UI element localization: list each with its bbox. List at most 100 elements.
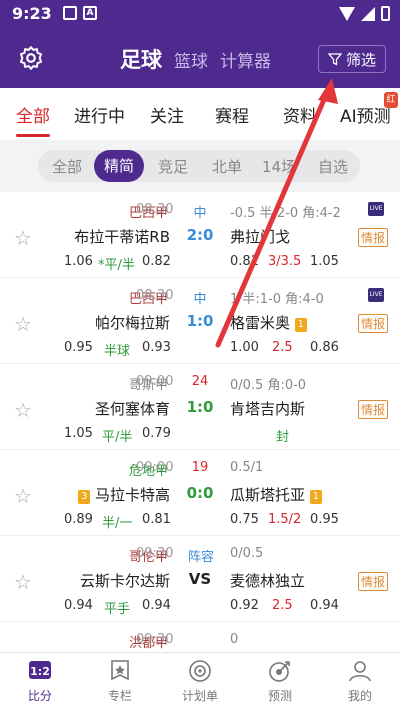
market-closed: 封 [276,430,290,445]
tab-football[interactable]: 足球 [120,44,162,74]
tab-all[interactable]: 全部 [16,102,50,127]
ou-under: 0.95 [310,512,339,527]
ou-under: 0.86 [310,340,339,355]
filter-chips: 全部 精简 竞足 北单 14场 自选 [0,140,400,192]
match-row[interactable]: 洪都甲 09:30 0 [0,622,400,652]
away-team: 瓜斯塔托亚 [230,486,306,504]
target-icon [189,660,211,682]
match-list: ☆ 巴西甲 08:30 中 -0.5 半:2-0 角:4-2 LIVE 布拉干蒂… [0,192,400,652]
handicap-info: 0/0.5 角:0-0 [230,378,307,393]
away-team-wrap: 格雷米奥 1 [230,312,307,333]
odds-away: 0.82 [142,254,171,269]
filter-button[interactable]: 筛选 [318,45,386,73]
prediction-icon [269,661,290,682]
info-badge[interactable]: 情报 [357,400,388,419]
match-time: 08:30 [136,202,174,217]
chip-simplified[interactable]: 精简 [94,150,145,182]
favorite-star-icon[interactable]: ☆ [14,312,32,336]
live-icon: LIVE [368,288,384,302]
ou-over: 1.00 [230,340,259,355]
handicap-info: 0.5/1 [230,460,264,475]
match-status: 中 [193,206,207,221]
info-badge[interactable]: 情报 [357,314,388,333]
nav-scores[interactable]: 1:2 比分 [0,659,80,704]
odds-handicap: 平手 [104,602,131,617]
tab-basketball[interactable]: 篮球 [174,47,208,72]
match-minute: 19 [191,460,209,475]
away-team: 肯塔吉内斯 [230,400,306,418]
nav-plan[interactable]: 计划单 [160,659,240,704]
ou-over: 0.75 [230,512,259,527]
favorite-star-icon[interactable]: ☆ [14,484,32,508]
nav-predict-label: 预测 [267,689,292,703]
status-bar: 9:23 A [0,0,400,28]
match-time: 09:00 [136,374,174,389]
tab-calculator[interactable]: 计算器 [220,47,271,72]
tab-schedule[interactable]: 赛程 [215,102,249,127]
home-team: 圣何塞体育 [94,400,170,418]
nav-predict[interactable]: 预测 [240,659,320,704]
user-icon [349,661,371,682]
chip-bar [38,150,360,182]
chip-beidan[interactable]: 北单 [212,156,242,177]
nav-profile[interactable]: 我的 [320,659,400,704]
tab-live[interactable]: 进行中 [74,102,125,127]
favorite-star-icon[interactable]: ☆ [14,226,32,250]
battery-icon [381,6,390,21]
ou-over: 0.92 [230,598,259,613]
match-row[interactable]: ☆ 哥伦甲 09:30 阵容 0/0.5 云斯卡尔达斯 VS 麦德林独立 情报 … [0,536,400,622]
funnel-icon [327,53,342,66]
settings-gear-icon[interactable] [18,45,44,71]
ou-under: 0.94 [310,598,339,613]
match-time: 09:30 [136,632,174,647]
red-badge: 红 [384,92,398,108]
cellular-signal-icon [361,6,375,21]
tab-follow[interactable]: 关注 [150,102,184,127]
ou-line: 2.5 [272,598,293,613]
odds-home: 0.94 [64,598,93,613]
live-icon: LIVE [368,202,384,216]
rank-badge: 3 [78,490,91,504]
tab-ai-prediction[interactable]: AI预测 [340,102,391,127]
match-row[interactable]: ☆ 哥斯甲 09:00 24 0/0.5 角:0-0 圣何塞体育 1:0 肯塔吉… [0,364,400,450]
ou-line: 2.5 [272,340,293,355]
odds-home: 1.06 [64,254,93,269]
handicap-info: 1 半:1-0 角:4-0 [230,292,324,307]
match-row[interactable]: ☆ 危地甲 09:00 19 0.5/1 3 马拉卡特高 0:0 瓜斯塔托亚 1… [0,450,400,536]
odds-away: 0.94 [142,598,171,613]
chip-custom[interactable]: 自选 [318,156,348,177]
info-badge[interactable]: 情报 [357,572,388,591]
odds-away: 0.81 [142,512,171,527]
odds-away: 0.79 [142,426,171,441]
favorite-star-icon[interactable]: ☆ [14,398,32,422]
chip-14[interactable]: 14场 [262,156,296,177]
home-team: 帕尔梅拉斯 [94,314,170,332]
category-tabs: 全部 进行中 关注 赛程 资料 AI预测 红 [0,88,400,140]
scoreboard-icon: 1:2 [29,661,51,679]
svg-text:1:2: 1:2 [30,665,50,678]
away-team-wrap: 瓜斯塔托亚 1 [230,484,322,505]
odds-handicap: 半/一 [102,516,133,531]
score: VS [188,570,212,588]
lineup-status: 阵容 [187,550,214,565]
filter-label: 筛选 [345,50,376,69]
match-row[interactable]: ☆ 巴西甲 08:30 中 -0.5 半:2-0 角:4-2 LIVE 布拉干蒂… [0,192,400,278]
status-time: 9:23 [12,4,52,23]
favorite-star-icon[interactable]: ☆ [14,570,32,594]
gallery-notification-icon [63,6,77,20]
score: 0:0 [186,484,214,502]
away-team: 麦德林独立 [230,572,306,590]
nav-column[interactable]: 专栏 [80,659,160,704]
chip-all[interactable]: 全部 [52,156,82,177]
ou-line: 1.5/2 [268,512,302,527]
info-badge[interactable]: 情报 [357,228,388,247]
chip-jingzu[interactable]: 竞足 [158,156,188,177]
odds-handicap: *平/半 [98,258,135,273]
sport-switcher: 足球 篮球 计算器 [120,44,271,74]
home-team: 马拉卡特高 [94,486,170,504]
odds-handicap: 平/半 [102,430,133,445]
handicap-info: 0/0.5 [230,546,264,561]
tab-data[interactable]: 资料 [283,102,317,127]
match-row[interactable]: ☆ 巴西甲 08:30 中 1 半:1-0 角:4-0 LIVE 帕尔梅拉斯 1… [0,278,400,364]
ou-line: 3/3.5 [268,254,302,269]
